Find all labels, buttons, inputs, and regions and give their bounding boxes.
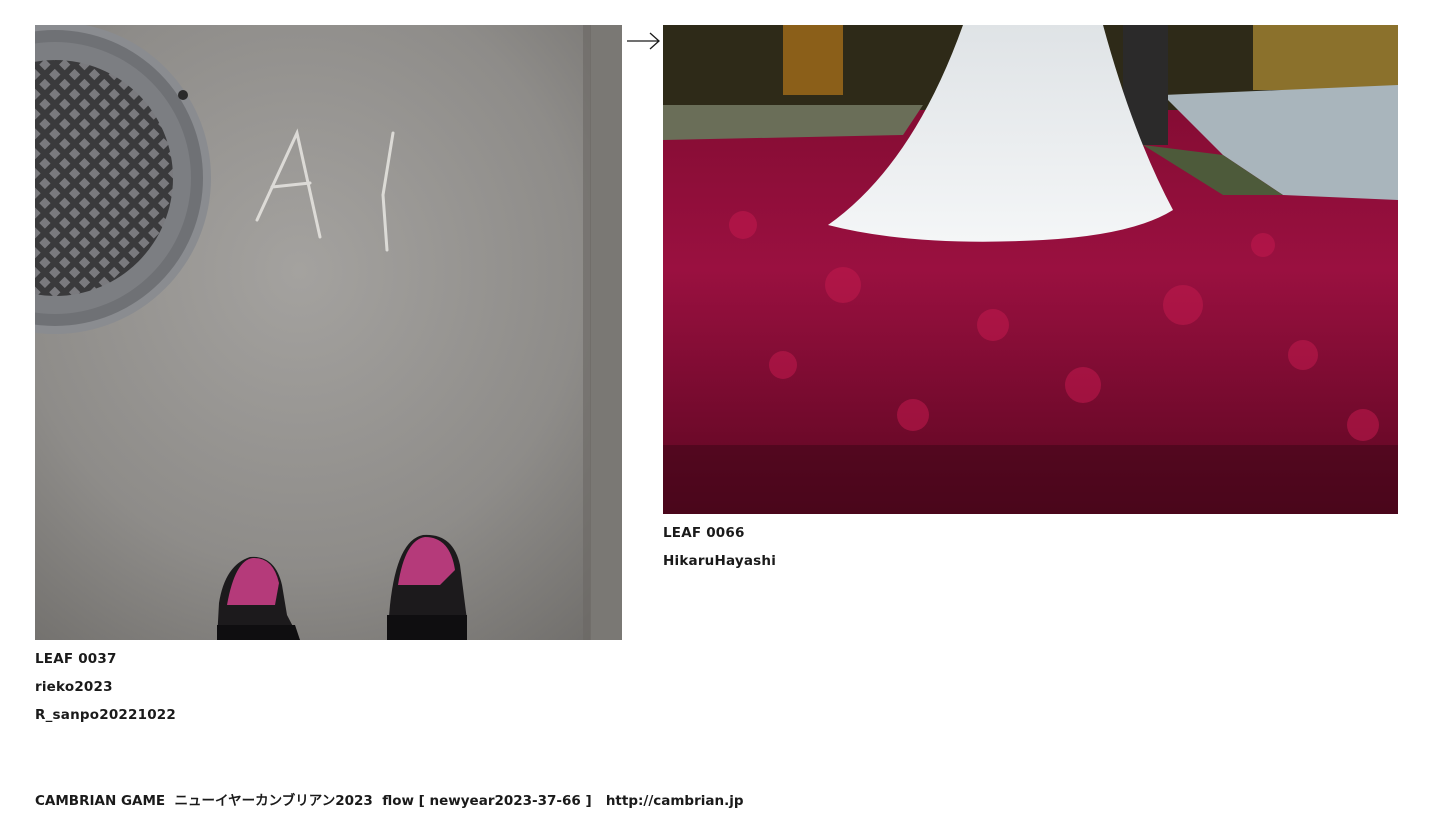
leaf-title[interactable]: R_sanpo20221022: [35, 707, 176, 723]
leaf-0037-photo[interactable]: [35, 25, 622, 640]
footer-game[interactable]: CAMBRIAN GAME: [35, 793, 165, 809]
leaf-id: LEAF 0066: [663, 525, 745, 541]
footer-flow[interactable]: flow [ newyear2023-37-66 ]: [382, 793, 592, 809]
leaf-card-0066[interactable]: LEAF 0066 HikaruHayashi: [663, 25, 1398, 569]
right-arrow-icon[interactable]: [626, 30, 662, 52]
footer: CAMBRIAN GAME ニューイヤーカンブリアン2023 flow [ ne…: [35, 789, 744, 809]
leaf-author[interactable]: rieko2023: [35, 679, 113, 695]
leaf-card-0037[interactable]: LEAF 0037 rieko2023 R_sanpo20221022: [35, 25, 622, 723]
footer-url[interactable]: http://cambrian.jp: [606, 793, 744, 809]
leaf-id: LEAF 0037: [35, 651, 117, 667]
leaf-0066-photo[interactable]: [663, 25, 1398, 514]
leaf-author[interactable]: HikaruHayashi: [663, 553, 776, 569]
footer-event[interactable]: ニューイヤーカンブリアン2023: [175, 793, 373, 809]
